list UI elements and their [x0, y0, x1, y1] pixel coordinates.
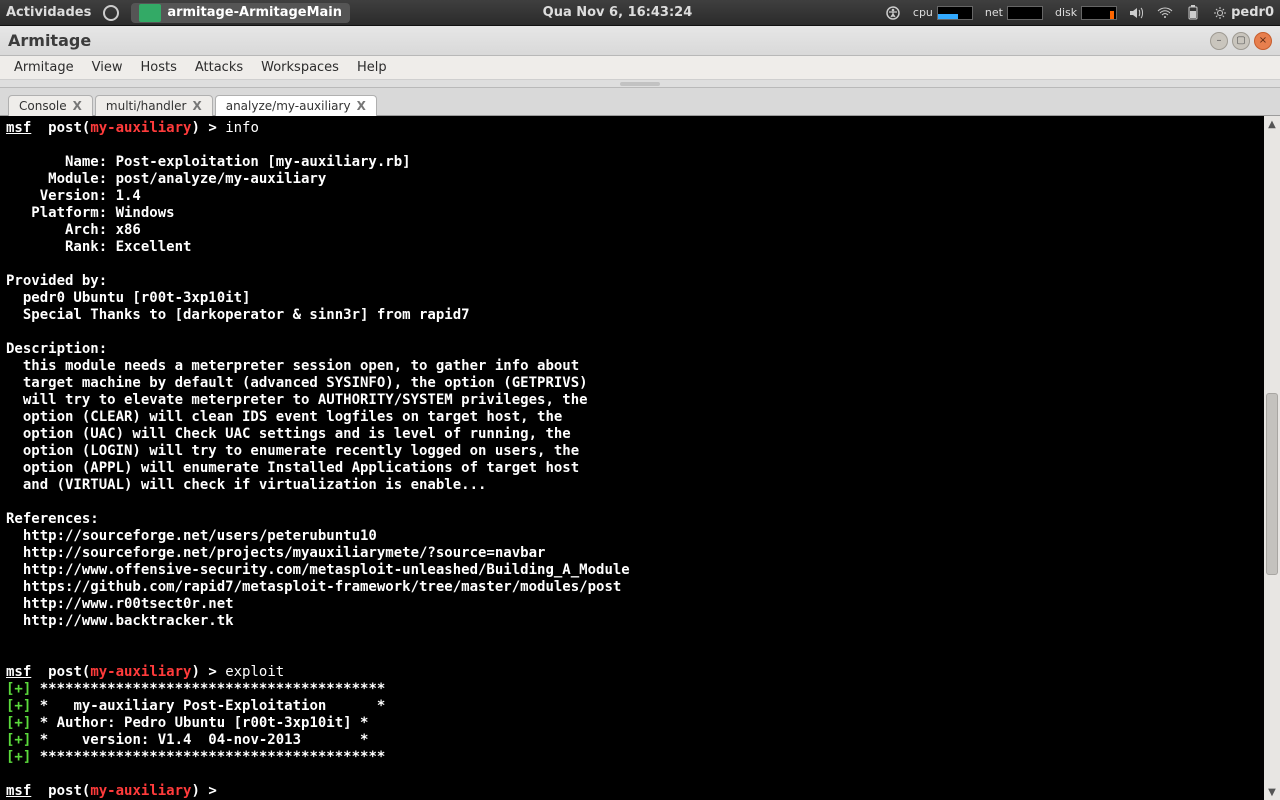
close-button[interactable]: × [1254, 32, 1272, 50]
window-titlebar[interactable]: Armitage – ▢ × [0, 26, 1280, 56]
disk-monitor[interactable]: disk [1055, 6, 1117, 20]
distro-logo-icon[interactable] [103, 5, 119, 21]
volume-icon[interactable] [1129, 5, 1145, 21]
maximize-button[interactable]: ▢ [1232, 32, 1250, 50]
window-title: Armitage [8, 31, 1210, 50]
wifi-icon[interactable] [1157, 5, 1173, 21]
tab-label: multi/handler [106, 99, 187, 113]
prompt-msf: msf [6, 783, 31, 799]
scroll-thumb[interactable] [1266, 393, 1278, 576]
net-monitor[interactable]: net [985, 6, 1043, 20]
gear-icon [1213, 6, 1227, 20]
terminal-scrollbar[interactable]: ▲ ▼ [1264, 116, 1280, 800]
battery-icon[interactable] [1185, 5, 1201, 21]
scroll-down-icon[interactable]: ▼ [1264, 784, 1280, 800]
taskbar-app-title: armitage-ArmitageMain [167, 5, 342, 20]
terminal-panel: msf post(my-auxiliary) > info Name: Post… [0, 116, 1280, 800]
gnome-top-panel: Actividades armitage-ArmitageMain Qua No… [0, 0, 1280, 26]
minimize-button[interactable]: – [1210, 32, 1228, 50]
prompt-msf: msf [6, 120, 31, 136]
menu-attacks[interactable]: Attacks [187, 58, 251, 77]
menu-armitage[interactable]: Armitage [6, 58, 82, 77]
menu-help[interactable]: Help [349, 58, 395, 77]
user-menu[interactable]: pedr0 [1213, 5, 1274, 20]
taskbar-app[interactable]: armitage-ArmitageMain [131, 3, 350, 23]
menu-view[interactable]: View [84, 58, 131, 77]
user-name: pedr0 [1231, 5, 1274, 20]
tab-close-icon[interactable]: X [73, 99, 82, 113]
menu-hosts[interactable]: Hosts [132, 58, 184, 77]
prompt-msf: msf [6, 664, 31, 680]
tab-console[interactable]: Console X [8, 95, 93, 116]
scroll-up-icon[interactable]: ▲ [1264, 116, 1280, 132]
tab-bar: Console X multi/handler X analyze/my-aux… [0, 88, 1280, 116]
tab-close-icon[interactable]: X [357, 99, 366, 113]
panel-clock[interactable]: Qua Nov 6, 16:43:24 [360, 5, 875, 20]
activities-button[interactable]: Actividades [6, 5, 91, 20]
menu-workspaces[interactable]: Workspaces [253, 58, 347, 77]
cpu-monitor[interactable]: cpu [913, 6, 973, 20]
tab-label: Console [19, 99, 67, 113]
tab-analyze-my-auxiliary[interactable]: analyze/my-auxiliary X [215, 95, 377, 116]
tab-multi-handler[interactable]: multi/handler X [95, 95, 213, 116]
tab-close-icon[interactable]: X [192, 99, 201, 113]
split-handle[interactable] [0, 80, 1280, 88]
app-thumbnail-icon [139, 4, 161, 22]
accessibility-icon[interactable] [885, 5, 901, 21]
terminal-output[interactable]: msf post(my-auxiliary) > info Name: Post… [0, 116, 1280, 800]
app-menubar: Armitage View Hosts Attacks Workspaces H… [0, 56, 1280, 80]
tab-label: analyze/my-auxiliary [226, 99, 351, 113]
